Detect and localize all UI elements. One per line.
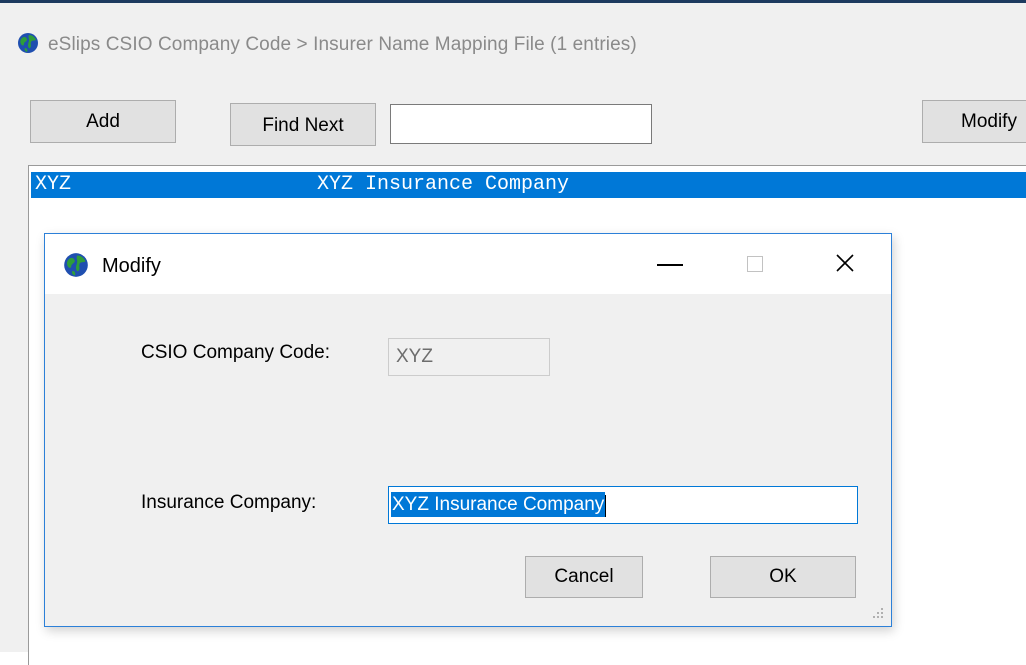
modify-button[interactable]: Modify	[922, 100, 1026, 143]
insurance-company-field[interactable]: XYZ Insurance Company	[388, 486, 858, 524]
company-code-label: CSIO Company Code:	[141, 342, 331, 363]
add-button[interactable]: Add	[30, 100, 176, 143]
ok-button[interactable]: OK	[710, 556, 856, 598]
company-code-field	[388, 338, 550, 376]
find-next-button[interactable]: Find Next	[230, 103, 376, 146]
text-caret	[605, 494, 607, 517]
maximize-icon	[747, 256, 763, 272]
insurance-company-label: Insurance Company:	[141, 492, 317, 513]
selected-text: XYZ Insurance Company	[391, 492, 606, 517]
table-row[interactable]: XYZ XYZ Insurance Company	[31, 172, 1026, 198]
row-name: XYZ Insurance Company	[317, 173, 570, 196]
search-input[interactable]	[390, 104, 652, 144]
row-code: XYZ	[35, 173, 72, 196]
window-title: eSlips CSIO Company Code > Insurer Name …	[48, 34, 637, 55]
globe-icon	[18, 33, 38, 53]
dialog-title: Modify	[102, 255, 161, 277]
dialog-titlebar[interactable]: Modify	[45, 234, 891, 294]
minimize-icon[interactable]	[655, 246, 695, 282]
resize-grip-icon[interactable]	[871, 606, 885, 620]
cancel-button[interactable]: Cancel	[525, 556, 643, 598]
globe-icon	[64, 253, 88, 277]
close-icon[interactable]	[825, 246, 865, 282]
modify-dialog: Modify CSIO Company Code: Insurance Comp…	[44, 233, 892, 627]
